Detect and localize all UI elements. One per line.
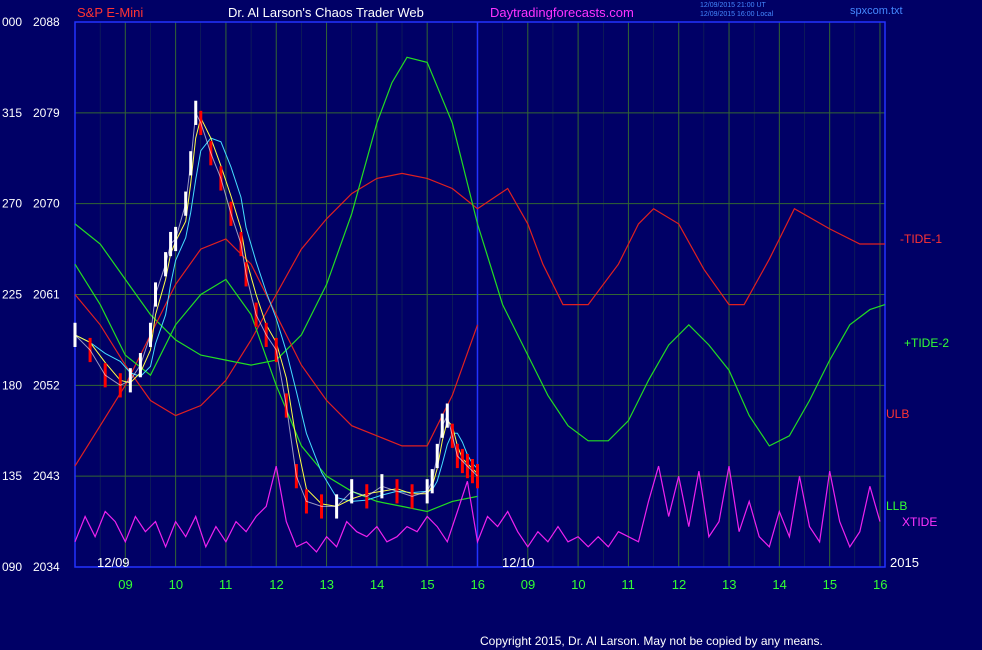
y-tick-left: 225 xyxy=(2,288,22,302)
instrument-label: S&P E-Mini xyxy=(77,5,143,20)
legend-ulb: ULB xyxy=(886,407,909,421)
chaos-chart: 000 2088 315 2079 270 2070 225 2061 180 2052 135 20… xyxy=(0,0,982,650)
y-tick-left: 135 xyxy=(2,469,22,483)
legend-xtide: XTIDE xyxy=(902,515,937,529)
y-tick-left: 180 xyxy=(2,378,22,392)
year-label: 2015 xyxy=(890,555,919,570)
date-label: 12/10 xyxy=(502,555,535,570)
legend-llb: LLB xyxy=(886,499,907,513)
x-tick-label: 16 xyxy=(470,577,484,592)
background xyxy=(0,0,982,650)
x-tick-label: 12 xyxy=(269,577,283,592)
timestamp-local: 12/09/2015 16:00 Local xyxy=(700,11,774,18)
copyright-text: Copyright 2015, Dr. Al Larson. May not b… xyxy=(480,634,823,648)
x-tick-label: 11 xyxy=(219,577,233,592)
y-tick-price: 2079 xyxy=(33,106,60,120)
y-tick-price: 2034 xyxy=(33,560,60,574)
file-name: spxcom.txt xyxy=(850,5,903,17)
x-tick-label: 15 xyxy=(420,577,434,592)
x-tick-label: 15 xyxy=(823,577,837,592)
date-label: 12/09 xyxy=(97,555,130,570)
y-tick-left: 270 xyxy=(2,197,22,211)
x-tick-label: 13 xyxy=(320,577,334,592)
x-tick-label: 09 xyxy=(118,577,132,592)
timestamp-ut: 12/09/2015 21:00 UT xyxy=(700,2,766,9)
x-tick-label: 12 xyxy=(672,577,686,592)
y-tick-price: 2088 xyxy=(33,15,60,29)
x-tick-label: 13 xyxy=(722,577,736,592)
legend-tide-1: -TIDE-1 xyxy=(900,232,942,246)
x-tick-label: 14 xyxy=(772,577,786,592)
x-tick-label: 10 xyxy=(571,577,585,592)
y-tick-left: 000 xyxy=(2,15,22,29)
y-tick-price: 2043 xyxy=(33,469,60,483)
y-tick-price: 2052 xyxy=(33,378,60,392)
legend-tide-2: +TIDE-2 xyxy=(904,336,949,350)
y-tick-price: 2070 xyxy=(33,197,60,211)
x-tick-label: 09 xyxy=(521,577,535,592)
site-link[interactable]: Daytradingforecasts.com xyxy=(490,5,634,20)
x-tick-label: 14 xyxy=(370,577,384,592)
y-tick-price: 2061 xyxy=(33,288,60,302)
y-tick-left: 315 xyxy=(2,106,22,120)
x-tick-label: 16 xyxy=(873,577,887,592)
x-tick-label: 11 xyxy=(621,577,635,592)
y-tick-left: 090 xyxy=(2,560,22,574)
x-tick-label: 10 xyxy=(169,577,183,592)
chart-title: Dr. Al Larson's Chaos Trader Web xyxy=(228,5,424,20)
